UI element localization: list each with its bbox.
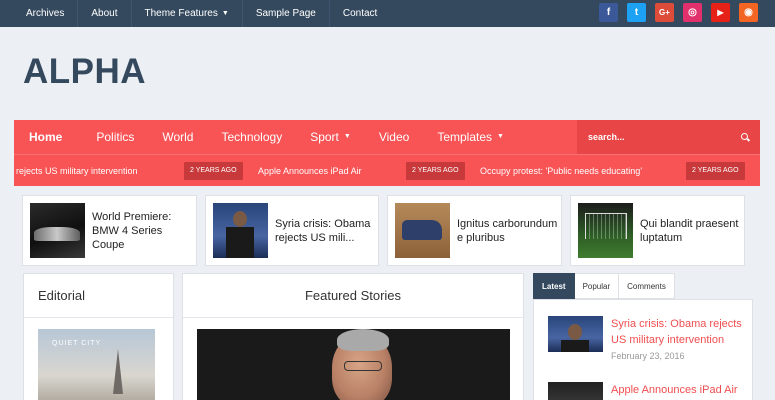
eiffel-tower-shape: [113, 349, 123, 394]
list-item-thumbnail[interactable]: [548, 316, 603, 352]
nav-sport[interactable]: Sport ▼: [296, 120, 365, 154]
tab-latest[interactable]: Latest: [533, 273, 575, 299]
topnav-archives[interactable]: Archives: [0, 0, 79, 27]
caret-down-icon: ▼: [221, 10, 229, 17]
card-thumbnail[interactable]: [395, 203, 450, 258]
nav-home[interactable]: Home: [14, 120, 82, 154]
site-logo[interactable]: ALPHA: [23, 52, 146, 92]
nav-label: Sport: [310, 130, 339, 144]
ticker-item[interactable]: Occupy protest: 'Public needs educating': [480, 155, 642, 186]
featured-stories-panel: Featured Stories: [182, 273, 524, 400]
featured-card[interactable]: Qui blandit praesent luptatum: [570, 195, 745, 266]
nav-label: Templates: [437, 130, 493, 144]
search-input[interactable]: [588, 132, 728, 142]
nav-world[interactable]: World: [148, 120, 207, 154]
list-item[interactable]: Syria crisis: Obama rejects US military …: [548, 316, 751, 361]
youtube-icon[interactable]: ▶: [711, 3, 730, 22]
sidebar-tabs: Latest Popular Comments: [533, 273, 675, 299]
featured-card[interactable]: Ignitus carborundum e pluribus: [387, 195, 562, 266]
featured-heading: Featured Stories: [183, 274, 523, 318]
nav-label: Technology: [221, 130, 283, 144]
main-nav: Home Politics World Technology Sport ▼ Vi…: [14, 120, 760, 154]
ticker-time-badge: 2 YEARS AGO: [686, 162, 745, 180]
nav-label: Video: [378, 130, 410, 144]
list-item[interactable]: Apple Announces iPad Air: [548, 382, 751, 400]
search-icon[interactable]: [741, 132, 750, 142]
editorial-image-text: QUIET CITY: [52, 340, 102, 347]
twitter-icon[interactable]: t: [627, 3, 646, 22]
list-item-date: February 23, 2016: [611, 351, 685, 361]
card-title[interactable]: Ignitus carborundum e pluribus: [457, 217, 561, 245]
topnav-label: Contact: [342, 8, 378, 19]
nav-templates[interactable]: Templates ▼: [423, 120, 518, 154]
featured-image[interactable]: [197, 329, 510, 400]
editorial-panel: Editorial QUIET CITY: [23, 273, 174, 400]
top-bar: Archives About Theme Features ▼ Sample Pa…: [0, 0, 775, 27]
editorial-image[interactable]: QUIET CITY: [38, 329, 155, 400]
ticker-item[interactable]: Apple Announces iPad Air: [258, 155, 362, 186]
rss-icon[interactable]: ◉: [739, 3, 758, 22]
ticker-item[interactable]: rejects US military intervention: [16, 155, 138, 186]
editorial-title: Editorial: [38, 288, 85, 303]
editorial-heading: Editorial: [24, 274, 173, 318]
portrait-glasses: [344, 361, 382, 371]
ticker-text: rejects US military intervention: [16, 166, 138, 176]
card-thumbnail[interactable]: [213, 203, 268, 258]
card-thumbnail[interactable]: [578, 203, 633, 258]
featured-card[interactable]: Syria crisis: Obama rejects US mili...: [205, 195, 379, 266]
ticker-text: Occupy protest: 'Public needs educating': [480, 166, 643, 176]
list-item-text: Apple Announces iPad Air: [611, 382, 751, 400]
sidebar-latest-list: Syria crisis: Obama rejects US military …: [533, 299, 753, 400]
topnav-theme-features[interactable]: Theme Features ▼: [132, 0, 243, 27]
nav-label: Politics: [96, 130, 135, 144]
nav-label: World: [162, 130, 194, 144]
ticker-time-badge: 2 YEARS AGO: [406, 162, 465, 180]
ticker-time-badge: 2 YEARS AGO: [184, 162, 243, 180]
portrait-hair: [337, 329, 389, 351]
card-title[interactable]: Syria crisis: Obama rejects US mili...: [275, 217, 378, 245]
instagram-icon[interactable]: ◎: [683, 3, 702, 22]
social-links: f t G+ ◎ ▶ ◉: [599, 3, 758, 22]
topnav-sample-page[interactable]: Sample Page: [243, 0, 330, 27]
card-thumbnail[interactable]: [30, 203, 85, 258]
list-item-title[interactable]: Syria crisis: Obama rejects US military …: [611, 316, 751, 348]
tab-popular[interactable]: Popular: [574, 273, 620, 299]
caret-down-icon: ▼: [343, 133, 351, 140]
caret-down-icon: ▼: [497, 133, 504, 140]
facebook-icon[interactable]: f: [599, 3, 618, 22]
topnav-about[interactable]: About: [78, 0, 132, 27]
tab-comments[interactable]: Comments: [619, 273, 675, 299]
nav-technology[interactable]: Technology: [207, 120, 296, 154]
search-box: [577, 120, 760, 154]
featured-card[interactable]: World Premiere: BMW 4 Series Coupe: [22, 195, 197, 266]
topnav-contact[interactable]: Contact: [330, 0, 390, 27]
list-item-thumbnail[interactable]: [548, 382, 603, 400]
topnav-label: Archives: [26, 8, 65, 19]
featured-title: Featured Stories: [304, 288, 402, 303]
list-item-text: Syria crisis: Obama rejects US military …: [611, 316, 751, 361]
topnav-label: Sample Page: [255, 8, 316, 19]
topnav-label: Theme Features: [144, 8, 218, 19]
list-item-title[interactable]: Apple Announces iPad Air: [611, 382, 751, 398]
card-title[interactable]: World Premiere: BMW 4 Series Coupe: [92, 210, 196, 252]
nav-label: Home: [29, 130, 63, 144]
top-nav: Archives About Theme Features ▼ Sample Pa…: [0, 0, 390, 27]
card-title[interactable]: Qui blandit praesent luptatum: [640, 217, 744, 245]
nav-politics[interactable]: Politics: [82, 120, 148, 154]
topnav-label: About: [91, 8, 118, 19]
google-plus-icon[interactable]: G+: [655, 3, 674, 22]
nav-video[interactable]: Video: [365, 120, 423, 154]
ticker-text: Apple Announces iPad Air: [258, 166, 362, 176]
news-ticker: rejects US military intervention 2 YEARS…: [14, 154, 760, 186]
